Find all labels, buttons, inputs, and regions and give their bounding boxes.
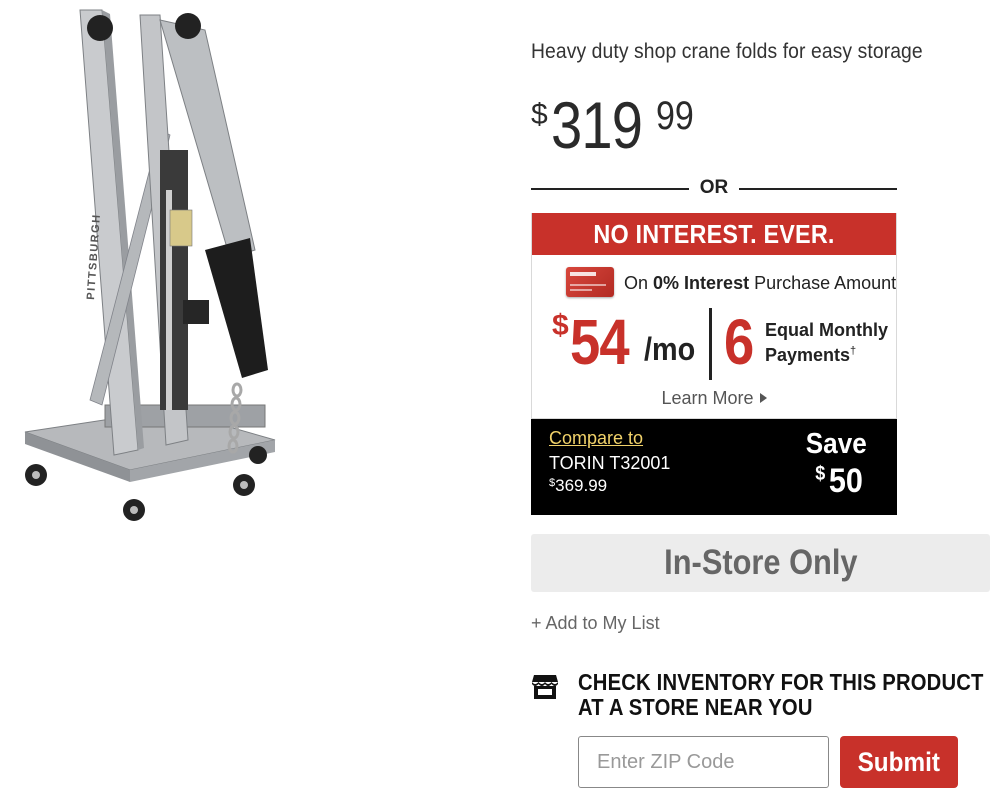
competitor-price: $369.99 xyxy=(549,476,608,495)
dagger-footnote: † xyxy=(850,345,857,357)
financing-card-text: On 0% Interest Purchase Amount xyxy=(624,273,897,293)
or-separator: OR xyxy=(531,176,897,200)
store-icon xyxy=(532,675,558,699)
credit-card-icon xyxy=(566,267,614,297)
separator-line-right xyxy=(739,188,897,190)
payment-divider xyxy=(709,308,712,380)
financing-panel: NO INTEREST. EVER. On 0% Interest Purcha… xyxy=(531,213,897,419)
price-cents: 99 xyxy=(656,94,694,138)
save-label: Save xyxy=(806,428,867,460)
competitor-name: TORIN T32001 xyxy=(549,453,671,473)
check-inventory-section: CHECK INVENTORY FOR THIS PRODUCT AT A ST… xyxy=(531,670,983,730)
product-tagline: Heavy duty shop crane folds for easy sto… xyxy=(531,40,923,63)
monthly-amount: 54 xyxy=(570,306,630,378)
price-dollars: 319 xyxy=(551,88,643,162)
compare-to-link[interactable]: Compare to xyxy=(549,428,643,449)
learn-more-link[interactable]: Learn More xyxy=(532,388,896,409)
price-currency: $ xyxy=(531,98,548,131)
zip-code-input[interactable] xyxy=(578,736,829,788)
payment-count: 6 xyxy=(724,306,755,378)
payments-label: Equal Monthly Payments† xyxy=(765,320,888,365)
product-image[interactable]: PITTSBURGH xyxy=(10,0,300,530)
submit-button[interactable]: Submit xyxy=(840,736,958,788)
add-to-list-link[interactable]: + Add to My List xyxy=(531,613,660,634)
financing-card-row: On 0% Interest Purchase Amount xyxy=(566,267,896,301)
financing-banner: NO INTEREST. EVER. xyxy=(532,213,896,255)
check-inventory-heading: CHECK INVENTORY FOR THIS PRODUCT AT A ST… xyxy=(578,669,984,720)
save-amount: $50 xyxy=(815,462,863,500)
monthly-payment: $ 54 /mo 6 Equal Monthly Payments† xyxy=(552,305,892,380)
monthly-currency: $ xyxy=(552,309,569,342)
caret-right-icon xyxy=(759,393,767,403)
compare-panel: Compare to TORIN T32001 $369.99 Save $50 xyxy=(531,419,897,515)
per-month-label: /mo xyxy=(644,331,696,367)
interest-rate: 0% Interest xyxy=(653,273,750,293)
in-store-only-button[interactable]: In-Store Only xyxy=(531,534,990,592)
